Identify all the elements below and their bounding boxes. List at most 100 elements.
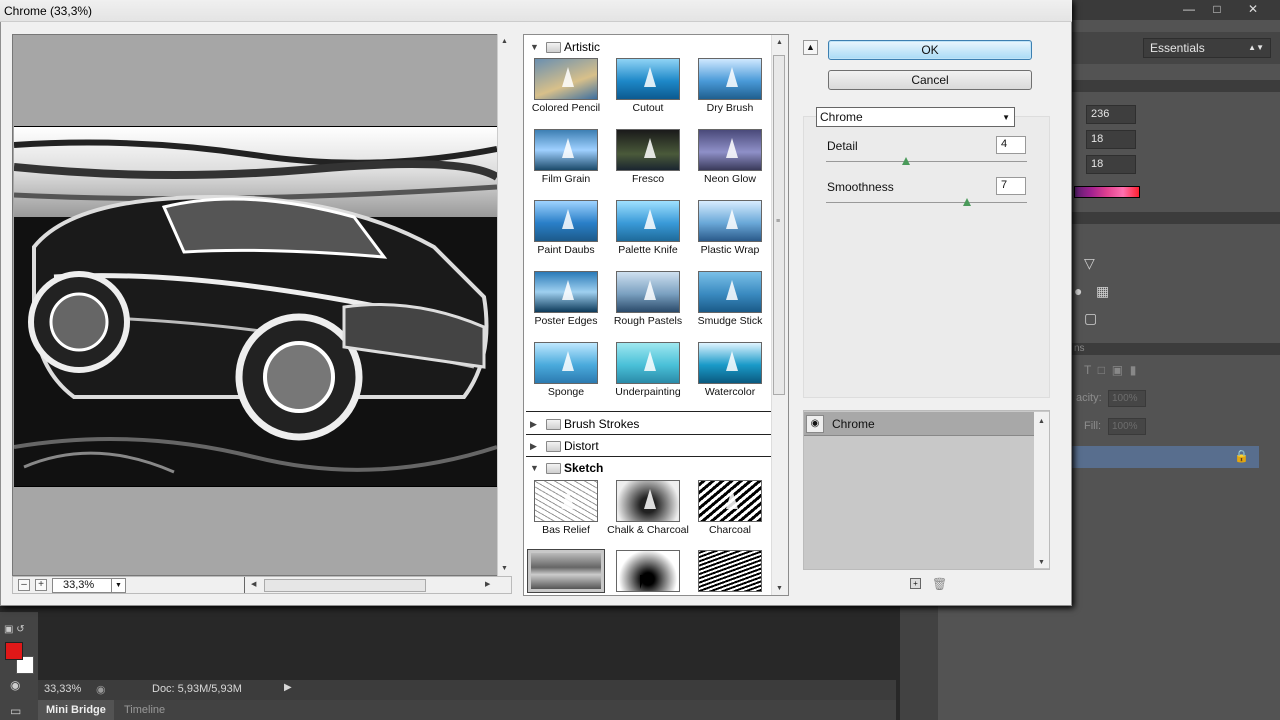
fill-field[interactable]: 100%	[1108, 418, 1146, 435]
filter-thumb-poster-edges[interactable]	[534, 271, 598, 313]
filter-thumb-dry-brush[interactable]	[698, 58, 762, 100]
filter-thumb-plastic-wrap[interactable]	[698, 200, 762, 242]
zoom-in-button[interactable]: +	[35, 579, 47, 591]
sailboat-icon	[562, 209, 574, 229]
chevron-updown-icon: ▲▼	[1248, 43, 1264, 52]
zoom-divider	[244, 577, 245, 593]
filter-thumb-bas-relief[interactable]	[534, 480, 598, 522]
filter-label: Palette Knife	[618, 244, 678, 256]
filter-thumb-paint-daubs[interactable]	[534, 200, 598, 242]
folder-icon	[546, 419, 561, 430]
category-artistic[interactable]: ▼ Artistic	[526, 37, 771, 57]
status-info-icon[interactable]: ◉	[96, 683, 106, 696]
workspace-switcher[interactable]: Essentials ▲▼	[1143, 38, 1271, 58]
effect-layer-name: Chrome	[832, 417, 875, 431]
filter-label: Poster Edges	[534, 315, 598, 327]
preview-horizontal-thumb[interactable]	[264, 579, 426, 592]
filter-thumb-neon-glow[interactable]	[698, 129, 762, 171]
filter-thumb-watercolor[interactable]	[698, 342, 762, 384]
smoothness-slider-track[interactable]	[826, 202, 1027, 203]
scroll-down-icon[interactable]: ▼	[501, 565, 508, 572]
green-value-field[interactable]: 18	[1086, 130, 1136, 149]
filter-thumb-underpainting[interactable]	[616, 342, 680, 384]
filter-thumb-charcoal[interactable]	[698, 480, 762, 522]
scroll-up-icon[interactable]: ▲	[501, 38, 508, 45]
sailboat-icon	[726, 351, 738, 371]
category-separator	[526, 411, 771, 412]
cancel-button[interactable]: Cancel	[828, 70, 1032, 90]
tab-timeline[interactable]: Timeline	[116, 700, 173, 720]
threshold-icon[interactable]: ▢	[1084, 310, 1097, 327]
grid-icon[interactable]: ▦	[1096, 283, 1109, 300]
filter-thumb-partial[interactable]	[616, 550, 680, 592]
blue-value-field[interactable]: 18	[1086, 155, 1136, 174]
opacity-field[interactable]: 100%	[1108, 390, 1146, 407]
category-sketch[interactable]: ▼ Sketch	[526, 458, 771, 478]
filter-type-icon[interactable]: T □ ▣ ▮	[1084, 363, 1136, 377]
sailboat-icon	[726, 67, 738, 87]
color-ramp[interactable]	[1074, 186, 1140, 198]
zoom-out-button[interactable]: –	[18, 579, 30, 591]
new-effect-layer-icon[interactable]: +	[910, 578, 921, 589]
eye-icon[interactable]: ◉	[806, 415, 824, 433]
mouse-cursor-icon	[640, 575, 645, 589]
scroll-left-icon[interactable]: ◀	[251, 580, 256, 588]
sailboat-icon	[644, 67, 656, 87]
gradient-map-icon[interactable]: ▽	[1084, 255, 1095, 272]
filter-label: Rough Pastels	[613, 315, 683, 327]
status-zoom[interactable]: 33,33%	[44, 683, 81, 695]
sailboat-icon	[644, 351, 656, 371]
category-brush-strokes[interactable]: ▶ Brush Strokes	[526, 414, 771, 434]
foreground-color-swatch[interactable]	[5, 642, 23, 660]
quick-mask-icon[interactable]: ◉	[10, 678, 20, 692]
detail-field[interactable]: 4	[996, 136, 1026, 154]
minimize-icon[interactable]: —	[1174, 0, 1204, 18]
scroll-down-icon[interactable]: ▼	[776, 585, 783, 592]
filter-thumb-palette-knife[interactable]	[616, 200, 680, 242]
filter-select[interactable]: Chrome ▼	[816, 107, 1015, 127]
trash-icon[interactable]: 🗑	[932, 577, 947, 591]
zoom-select[interactable]: 33,3% ▼	[52, 578, 126, 593]
scroll-up-icon[interactable]: ▲	[776, 39, 783, 46]
filter-thumb-rough-pastels[interactable]	[616, 271, 680, 313]
layers-tab-fragment[interactable]: ns	[1074, 343, 1085, 354]
red-value-field[interactable]: 236	[1086, 105, 1136, 124]
status-arrow-icon[interactable]: ▶	[284, 682, 292, 693]
collapse-gallery-button[interactable]: ▲	[803, 40, 818, 55]
sailboat-icon	[562, 138, 574, 158]
scroll-right-icon[interactable]: ▶	[485, 580, 490, 588]
effect-layers-scrollbar[interactable]: ▲ ▼	[1034, 412, 1049, 568]
maximize-icon[interactable]: □	[1202, 0, 1232, 18]
tab-mini-bridge[interactable]: Mini Bridge	[38, 700, 114, 720]
detail-slider-track[interactable]	[826, 161, 1027, 162]
gallery-scroll-thumb[interactable]: ≡	[773, 55, 785, 395]
default-colors-icon[interactable]: ▣ ↺	[4, 624, 25, 635]
smoothness-field[interactable]: 7	[996, 177, 1026, 195]
close-icon[interactable]: ✕	[1238, 0, 1268, 18]
sailboat-icon	[562, 351, 574, 371]
detail-slider-handle[interactable]	[902, 157, 911, 165]
ok-button[interactable]: OK	[828, 40, 1032, 60]
scroll-up-icon[interactable]: ▲	[1038, 418, 1045, 425]
chrome-thumb-selected[interactable]	[527, 549, 605, 593]
selected-layer-row[interactable]: 🔒	[1072, 446, 1259, 468]
filter-thumb-fresco[interactable]	[616, 129, 680, 171]
category-distort[interactable]: ▶ Distort	[526, 436, 771, 456]
screen-mode-icon[interactable]: ▭	[10, 704, 21, 718]
filter-thumb-partial[interactable]	[698, 550, 762, 592]
filter-thumb-chalk-charcoal[interactable]	[616, 480, 680, 522]
preview-vertical-scrollbar[interactable]: ▲ ▼	[497, 34, 512, 576]
filter-thumb-sponge[interactable]	[534, 342, 598, 384]
dialog-title: Chrome (33,3%)	[0, 0, 1072, 22]
effect-layer-row[interactable]: Chrome	[804, 412, 1034, 436]
double-chevron-up-icon: ▲	[806, 42, 815, 52]
scroll-down-icon[interactable]: ▼	[1038, 559, 1045, 566]
smoothness-slider-handle[interactable]	[962, 198, 971, 206]
filter-thumb-colored-pencil[interactable]	[534, 58, 598, 100]
channel-mixer-icon[interactable]: ●	[1074, 283, 1082, 299]
filter-thumb-film-grain[interactable]	[534, 129, 598, 171]
sailboat-icon	[644, 209, 656, 229]
filter-thumb-cutout[interactable]	[616, 58, 680, 100]
filter-settings-panel	[803, 116, 1050, 398]
filter-thumb-smudge-stick[interactable]	[698, 271, 762, 313]
